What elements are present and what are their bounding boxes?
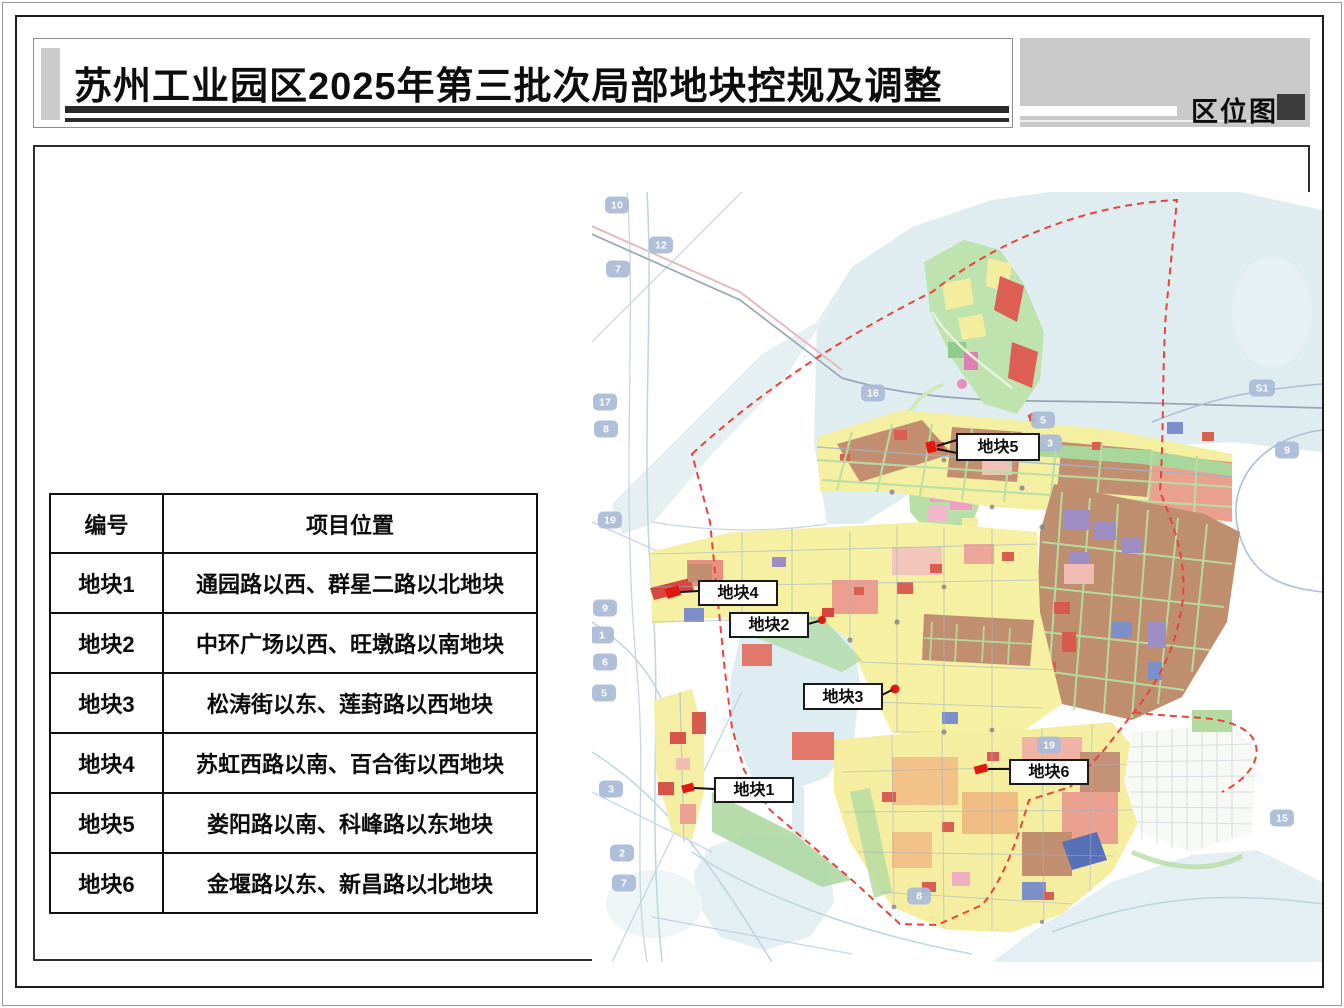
callout-label: 地块1 <box>734 780 775 799</box>
cell-plot-location: 中环广场以西、旺墩路以南地块 <box>163 613 537 673</box>
cell-plot-location: 松涛街以东、莲葑路以西地块 <box>163 673 537 733</box>
road-badge: 2 <box>619 848 625 860</box>
table-row: 地块4 苏虹西路以南、百合街以西地块 <box>50 733 537 793</box>
callout-label: 地块4 <box>718 583 759 602</box>
road-badge: 1 <box>599 630 605 642</box>
road-badge: 19 <box>604 515 616 527</box>
road-badge: 5 <box>1040 415 1046 427</box>
location-map-label: 区位图 <box>1191 90 1278 129</box>
cell-plot-location: 娄阳路以南、科峰路以东地块 <box>163 793 537 853</box>
corner-stripe <box>1020 106 1177 116</box>
cell-plot-location: 通园路以西、群星二路以北地块 <box>163 553 537 613</box>
road-badge: 19 <box>1043 740 1055 752</box>
callout-plot3: 地块3 <box>804 684 882 709</box>
cell-plot-location: 苏虹西路以南、百合街以西地块 <box>163 733 537 793</box>
road-badge: 8 <box>603 424 609 436</box>
callout-plot2: 地块2 <box>730 613 808 637</box>
header-cell-location: 项目位置 <box>163 494 537 553</box>
road-badge: 7 <box>615 264 621 276</box>
page-title: 苏州工业园区2025年第三批次局部地块控规及调整 <box>74 55 943 110</box>
corner-block: 区位图 <box>1020 38 1310 127</box>
road-badge: S1 <box>1256 383 1269 395</box>
road-badge: 9 <box>602 603 608 615</box>
road-badge: 6 <box>602 657 608 669</box>
title-accent-bar <box>41 48 60 120</box>
table-row: 地块1 通园路以西、群星二路以北地块 <box>50 553 537 613</box>
callout-plot6: 地块6 <box>1010 760 1088 784</box>
cell-plot-id: 地块6 <box>50 853 163 913</box>
road-badge: 17 <box>599 397 611 409</box>
cell-plot-id: 地块4 <box>50 733 163 793</box>
road-badge: 3 <box>1047 438 1053 450</box>
plots-table: 编号 项目位置 地块1 通园路以西、群星二路以北地块 地块2 中环广场以西、旺墩… <box>49 493 538 914</box>
road-badge: 9 <box>1284 445 1290 457</box>
road-badge: 16 <box>867 388 879 400</box>
table-row: 地块6 金堰路以东、新昌路以北地块 <box>50 853 537 913</box>
table-row: 地块2 中环广场以西、旺墩路以南地块 <box>50 613 537 673</box>
callout-label: 地块3 <box>823 687 864 706</box>
callout-plot1: 地块1 <box>715 778 793 802</box>
callout-plot5: 地块5 <box>957 434 1039 460</box>
cell-plot-id: 地块1 <box>50 553 163 613</box>
cell-plot-id: 地块2 <box>50 613 163 673</box>
cell-plot-location: 金堰路以东、新昌路以北地块 <box>163 853 537 913</box>
callout-label: 地块6 <box>1029 762 1070 781</box>
road-badge: 12 <box>655 240 667 252</box>
table-header-row: 编号 项目位置 <box>50 494 537 553</box>
table-row: 地块5 娄阳路以南、科峰路以东地块 <box>50 793 537 853</box>
cell-plot-id: 地块5 <box>50 793 163 853</box>
slide-page: 苏州工业园区2025年第三批次局部地块控规及调整 区位图 编号 项目位置 地块1… <box>0 0 1344 1008</box>
road-badge: 15 <box>1276 813 1288 825</box>
header-cell-id: 编号 <box>50 494 163 553</box>
callout-plot4: 地块4 <box>699 581 777 605</box>
title-bar: 苏州工业园区2025年第三批次局部地块控规及调整 <box>33 38 1013 128</box>
title-rule-thick <box>65 106 1009 113</box>
callout-label: 地块5 <box>978 437 1019 456</box>
road-badge: 7 <box>621 878 627 890</box>
map-canvas: 10 12 7 17 8 19 9 1 6 5 3 2 7 16 5 3 S1 <box>592 192 1322 962</box>
plot3-marker <box>891 685 900 694</box>
cell-plot-id: 地块3 <box>50 673 163 733</box>
table-row: 地块3 松涛街以东、莲葑路以西地块 <box>50 673 537 733</box>
road-badge: 10 <box>611 200 623 212</box>
content-area: 编号 项目位置 地块1 通园路以西、群星二路以北地块 地块2 中环广场以西、旺墩… <box>33 145 1310 961</box>
road-badge: 5 <box>601 688 607 700</box>
callout-label: 地块2 <box>749 615 790 634</box>
title-rule-thin <box>65 118 1009 122</box>
corner-square-icon <box>1277 94 1305 120</box>
plot2-marker <box>818 616 826 624</box>
road-badge: 3 <box>608 784 614 796</box>
location-map: 10 12 7 17 8 19 9 1 6 5 3 2 7 16 5 3 S1 <box>592 192 1322 962</box>
road-badge: 8 <box>916 891 922 903</box>
